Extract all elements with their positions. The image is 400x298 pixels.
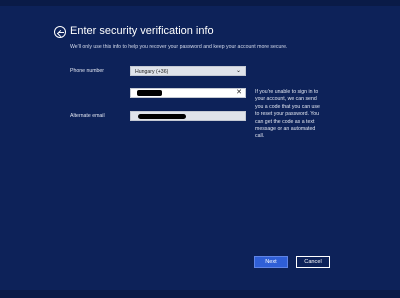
country-code-value: Hungary (+36): [135, 68, 169, 75]
alternate-email-input[interactable]: [130, 111, 246, 121]
phone-number-label: Phone number: [70, 68, 105, 74]
page-title: Enter security verification info: [70, 25, 214, 37]
top-frame: [0, 0, 400, 6]
cancel-button[interactable]: Cancel: [296, 256, 330, 268]
chevron-down-icon: ⌄: [235, 68, 241, 74]
help-text: If you're unable to sign in to your acco…: [255, 89, 320, 140]
phone-number-input[interactable]: ✕: [130, 88, 246, 98]
redacted-phone-number: [137, 90, 162, 96]
setup-screen: Enter security verification info We'll o…: [0, 0, 400, 298]
redacted-email: [138, 114, 186, 119]
close-icon[interactable]: ✕: [236, 89, 242, 97]
alternate-email-label: Alternate email: [70, 113, 105, 119]
next-button[interactable]: Next: [254, 256, 288, 268]
bottom-frame: [0, 290, 400, 298]
country-code-select[interactable]: Hungary (+36) ⌄: [130, 66, 246, 76]
back-arrow-icon[interactable]: [54, 26, 66, 38]
page-subtitle: We'll only use this info to help you rec…: [70, 44, 288, 50]
